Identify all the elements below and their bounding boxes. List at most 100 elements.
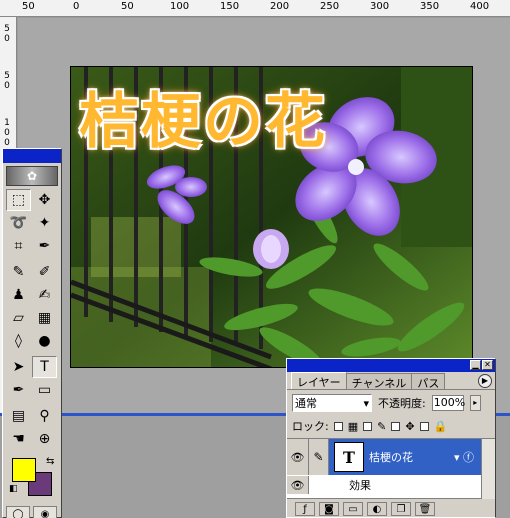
opacity-label: 不透明度: <box>378 397 426 410</box>
tools-titlebar[interactable] <box>3 149 61 163</box>
standard-mode-icon[interactable]: ◯ <box>6 506 30 518</box>
eraser-tool-icon[interactable]: ▱ <box>6 307 31 329</box>
default-colors-icon[interactable]: ◧ <box>9 484 18 494</box>
trash-icon[interactable]: 🗑 <box>415 502 435 516</box>
zoom-tool-icon[interactable]: ⊕ <box>32 428 57 450</box>
ruler-label: 200 <box>270 1 290 12</box>
ruler-label: 0 <box>73 1 80 12</box>
lock-transparency-checkbox[interactable] <box>333 421 343 431</box>
crop-tool-icon[interactable]: ⌗ <box>6 235 31 257</box>
ruler-label: 250 <box>320 1 340 12</box>
pen-tool-icon[interactable]: ✒ <box>6 379 31 401</box>
stamp-tool-icon[interactable]: ♟ <box>6 284 31 306</box>
ruler-label: 1 <box>4 118 10 128</box>
swap-colors-icon[interactable]: ⇆ <box>46 456 54 467</box>
layer-effects-icon[interactable]: ▾ ⓕ <box>454 449 474 465</box>
tab-layers[interactable]: レイヤー <box>291 372 347 389</box>
layers-titlebar[interactable]: ▁ ✕ <box>287 359 495 372</box>
ruler-label: 300 <box>370 1 390 12</box>
brush-icon: ✎ <box>377 419 387 433</box>
type-tool-icon[interactable]: T <box>32 356 57 378</box>
layer-mask-icon[interactable]: ◙ <box>319 502 339 516</box>
transparency-icon: ▦ <box>347 419 359 433</box>
color-swatches: ⇆ ◧ <box>6 454 58 502</box>
ruler-label: 0 <box>4 128 10 138</box>
healing-brush-tool-icon[interactable]: ✎ <box>6 261 31 283</box>
new-set-icon[interactable]: ▭ <box>343 502 363 516</box>
hand-tool-icon[interactable]: ☚ <box>6 428 31 450</box>
tab-channels[interactable]: チャンネル <box>345 373 413 390</box>
lock-position-checkbox[interactable] <box>391 421 401 431</box>
ruler-label: 0 <box>4 138 10 148</box>
minimize-icon[interactable]: ▁ <box>470 360 481 370</box>
horizontal-ruler: 50 0 50 100 150 200 250 300 350 400 <box>0 0 510 17</box>
layer-list-scrollbar[interactable] <box>481 439 495 499</box>
ruler-label: 350 <box>420 1 440 12</box>
lock-all-checkbox[interactable] <box>419 421 429 431</box>
tab-paths[interactable]: パス <box>411 373 446 390</box>
eyedropper-tool-icon[interactable]: ⚲ <box>32 405 57 427</box>
lasso-tool-icon[interactable]: ➰ <box>6 212 31 234</box>
blend-mode-select[interactable]: 通常 ▾ <box>292 394 372 412</box>
mode-buttons: ◯ ◉ <box>3 502 61 518</box>
layers-palette: ▁ ✕ レイヤー チャンネル パス ▶ 通常 ▾ 不透明度: 100% ▸ ロッ… <box>286 358 496 518</box>
quick-mask-mode-icon[interactable]: ◉ <box>33 506 57 518</box>
palette-menu-icon[interactable]: ▶ <box>478 374 492 388</box>
ruler-label: 100 <box>170 1 190 12</box>
history-brush-tool-icon[interactable]: ✍ <box>32 284 57 306</box>
tool-grid: ➤ T ✒ ▭ <box>3 356 61 401</box>
layer-style-icon[interactable]: ƒ <box>295 502 315 516</box>
tool-grid: ▤ ⚲ ☚ ⊕ <box>3 405 61 450</box>
foreground-color-swatch[interactable] <box>12 458 36 482</box>
lock-image-checkbox[interactable] <box>363 421 373 431</box>
lock-row: ロック: ▦ ✎ ✥ 🔒 <box>287 416 495 439</box>
tool-grid: ✎ ✐ ♟ ✍ ▱ ▦ ◊ ● <box>3 261 61 352</box>
layer-list: 👁 ✎ T 桔梗の花 ▾ ⓕ 👁 効果 <box>287 439 495 499</box>
slice-tool-icon[interactable]: ✒ <box>32 235 57 257</box>
brush-link-icon[interactable]: ✎ <box>309 439 329 475</box>
photoshop-logo-icon[interactable]: ✿ <box>6 166 58 186</box>
document-image[interactable]: 桔梗の花 <box>70 66 473 368</box>
ruler-label: 5 <box>4 24 10 34</box>
layer-row[interactable]: 👁 ✎ T 桔梗の花 ▾ ⓕ <box>287 439 482 475</box>
photoshop-workspace: 50 0 50 100 150 200 250 300 350 400 5 0 … <box>0 0 510 518</box>
notes-tool-icon[interactable]: ▤ <box>6 405 31 427</box>
magic-wand-tool-icon[interactable]: ✦ <box>32 212 57 234</box>
type-layer-thumbnail: T <box>334 442 364 472</box>
adjustment-layer-icon[interactable]: ◐ <box>367 502 387 516</box>
shape-tool-icon[interactable]: ▭ <box>32 379 57 401</box>
blur-tool-icon[interactable]: ◊ <box>6 330 31 352</box>
chevron-down-icon: ▾ <box>363 396 369 410</box>
ruler-label: 50 <box>121 1 134 12</box>
opacity-slider-arrow-icon[interactable]: ▸ <box>469 395 481 411</box>
move-tool-icon[interactable]: ✥ <box>32 189 57 211</box>
layer-name: 桔梗の花 <box>369 451 413 464</box>
ruler-label: 0 <box>4 34 10 44</box>
ruler-label: 0 <box>4 81 10 91</box>
layer-bottom-bar: ƒ ◙ ▭ ◐ ❐ 🗑 <box>287 499 495 518</box>
ruler-label: 400 <box>470 1 490 12</box>
path-select-tool-icon[interactable]: ➤ <box>6 356 31 378</box>
effects-label: 効果 <box>349 479 371 492</box>
ruler-label: 150 <box>220 1 240 12</box>
close-icon[interactable]: ✕ <box>482 360 493 370</box>
dodge-tool-icon[interactable]: ● <box>32 330 57 352</box>
opacity-input[interactable]: 100% <box>431 395 465 411</box>
new-layer-icon[interactable]: ❐ <box>391 502 411 516</box>
move-icon: ✥ <box>405 419 415 433</box>
lock-label: ロック: <box>292 420 329 433</box>
tool-grid: ⬚ ✥ ➰ ✦ ⌗ ✒ <box>3 189 61 257</box>
effects-visibility-eye-icon[interactable]: 👁 <box>287 476 309 494</box>
visibility-eye-icon[interactable]: 👁 <box>287 439 309 475</box>
marquee-tool-icon[interactable]: ⬚ <box>6 189 31 211</box>
palette-tabs: レイヤー チャンネル パス ▶ <box>287 372 495 390</box>
lock-icon: 🔒 <box>433 419 448 433</box>
blend-row: 通常 ▾ 不透明度: 100% ▸ <box>287 390 495 416</box>
ruler-label: 5 <box>4 71 10 81</box>
gradient-tool-icon[interactable]: ▦ <box>32 307 57 329</box>
effects-row[interactable]: 👁 効果 <box>287 476 482 494</box>
image-title-text: 桔梗の花 <box>79 87 327 157</box>
blend-mode-value: 通常 <box>295 397 317 410</box>
tools-palette: ✿ ⬚ ✥ ➰ ✦ ⌗ ✒ ✎ ✐ ♟ ✍ ▱ ▦ ◊ ● ➤ T ✒ ▭ ▤ … <box>2 148 62 518</box>
brush-tool-icon[interactable]: ✐ <box>32 261 57 283</box>
